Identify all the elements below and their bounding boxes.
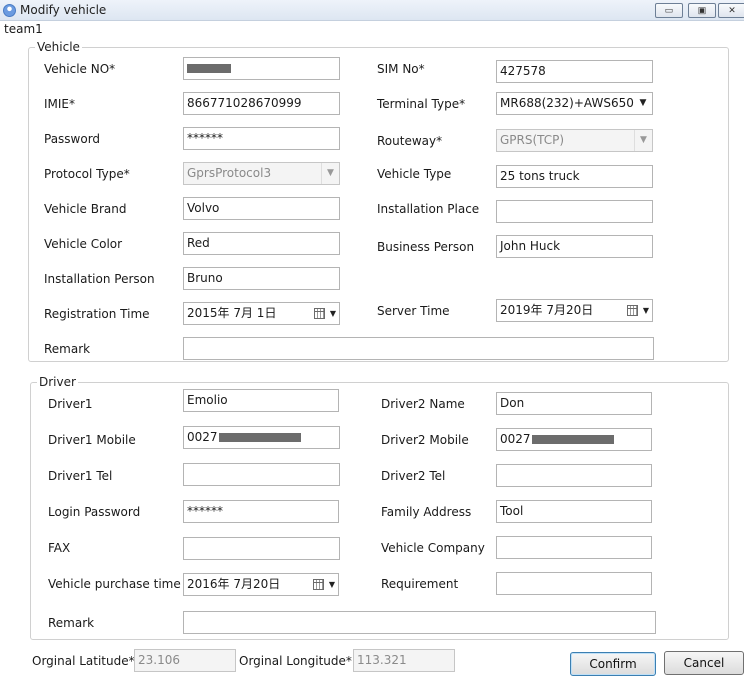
driver-remark-input[interactable]	[183, 611, 656, 634]
vehicle-brand-input[interactable]: Volvo	[183, 197, 340, 220]
app-icon	[3, 4, 16, 17]
driver1-mobile-label: Driver1 Mobile	[48, 433, 136, 447]
installation-place-input[interactable]	[496, 200, 653, 223]
vehicle-purchase-time-label: Vehicle purchase time	[48, 577, 181, 591]
installation-person-input[interactable]: Bruno	[183, 267, 340, 290]
routeway-label: Routeway*	[377, 134, 443, 148]
terminal-type-label: Terminal Type*	[377, 97, 466, 111]
driver2-name-label: Driver2 Name	[381, 397, 465, 411]
chevron-down-icon[interactable]: ▼	[330, 303, 336, 324]
protocol-type-select[interactable]: GprsProtocol3 ▼	[183, 162, 340, 185]
driver2-mobile-label: Driver2 Mobile	[381, 433, 469, 447]
family-address-input[interactable]: Tool	[496, 500, 652, 523]
vehicle-type-input[interactable]: 25 tons truck	[496, 165, 653, 188]
driver1-mobile-value: 0027	[187, 430, 218, 444]
vehicle-group-legend: Vehicle	[37, 40, 80, 54]
driver1-tel-input[interactable]	[183, 463, 340, 486]
vehicle-no-input[interactable]	[183, 57, 340, 80]
requirement-label: Requirement	[381, 577, 459, 591]
redacted-value	[218, 433, 301, 442]
team-label: team1	[4, 22, 43, 36]
driver2-tel-input[interactable]	[496, 464, 652, 487]
driver2-mobile-value: 0027	[500, 432, 531, 446]
server-time-value: 2019年 7月20日	[500, 303, 594, 317]
installation-person-label: Installation Person	[44, 272, 155, 286]
password-input[interactable]: ******	[183, 127, 340, 150]
chevron-down-icon: ▼	[634, 130, 652, 151]
sim-no-label: SIM No*	[377, 62, 425, 76]
minimize-button[interactable]: ▭	[655, 3, 683, 18]
window-title: Modify vehicle	[20, 3, 107, 17]
family-address-label: Family Address	[381, 505, 472, 519]
driver2-mobile-input[interactable]: 0027	[496, 428, 652, 451]
chevron-down-icon[interactable]: ▼	[329, 574, 335, 595]
orig-longitude-label: Orginal Longitude*	[239, 654, 352, 668]
vehicle-purchase-time-value: 2016年 7月20日	[187, 577, 281, 591]
driver2-tel-label: Driver2 Tel	[381, 469, 446, 483]
chevron-down-icon: ▼	[321, 163, 339, 184]
business-person-input[interactable]: John Huck	[496, 235, 653, 258]
driver1-label: Driver1	[48, 397, 93, 411]
chevron-down-icon[interactable]: ▼	[643, 300, 649, 321]
login-password-label: Login Password	[48, 505, 141, 519]
server-time-label: Server Time	[377, 304, 450, 318]
driver2-name-input[interactable]: Don	[496, 392, 652, 415]
imie-input[interactable]: 866771028670999	[183, 92, 340, 115]
registration-time-value: 2015年 7月 1日	[187, 306, 277, 320]
registration-time-picker[interactable]: 2015年 7月 1日 ▼	[183, 302, 340, 325]
calendar-icon[interactable]	[313, 579, 324, 590]
business-person-label: Business Person	[377, 240, 475, 254]
orig-longitude-input[interactable]: 113.321	[353, 649, 455, 672]
calendar-icon[interactable]	[627, 305, 638, 316]
close-button[interactable]: ✕	[718, 3, 744, 18]
vehicle-type-label: Vehicle Type	[377, 167, 452, 181]
protocol-type-label: Protocol Type*	[44, 167, 130, 181]
login-password-input[interactable]: ******	[183, 500, 339, 523]
imie-label: IMIE*	[44, 97, 76, 111]
routeway-value: GPRS(TCP)	[500, 133, 565, 147]
vehicle-company-input[interactable]	[496, 536, 652, 559]
routeway-select[interactable]: GPRS(TCP) ▼	[496, 129, 653, 152]
vehicle-no-label: Vehicle NO*	[44, 62, 116, 76]
orig-latitude-label: Orginal Latitude*	[32, 654, 135, 668]
maximize-button[interactable]: ▣	[688, 3, 716, 18]
sim-no-input[interactable]: 427578	[496, 60, 653, 83]
chevron-down-icon[interactable]: ▼	[634, 93, 652, 114]
vehicle-purchase-time-picker[interactable]: 2016年 7月20日 ▼	[183, 573, 339, 596]
terminal-type-value: MR688(232)+AWS650	[500, 96, 634, 110]
server-time-picker[interactable]: 2019年 7月20日 ▼	[496, 299, 653, 322]
confirm-button[interactable]: Confirm	[570, 652, 656, 676]
cancel-button[interactable]: Cancel	[664, 651, 744, 675]
installation-place-label: Installation Place	[377, 202, 480, 216]
driver1-tel-label: Driver1 Tel	[48, 469, 113, 483]
terminal-type-select[interactable]: MR688(232)+AWS650 ▼	[496, 92, 653, 115]
vehicle-brand-label: Vehicle Brand	[44, 202, 127, 216]
protocol-type-value: GprsProtocol3	[187, 166, 272, 180]
requirement-input[interactable]	[496, 572, 652, 595]
driver-remark-label: Remark	[48, 616, 95, 630]
driver-group-legend: Driver	[39, 375, 76, 389]
title-bar: Modify vehicle ▭ ▣ ✕	[0, 0, 744, 21]
registration-time-label: Registration Time	[44, 307, 150, 321]
vehicle-company-label: Vehicle Company	[381, 541, 485, 555]
fax-label: FAX	[48, 541, 71, 555]
driver1-mobile-input[interactable]: 0027	[183, 426, 340, 449]
fax-input[interactable]	[183, 537, 340, 560]
vehicle-color-label: Vehicle Color	[44, 237, 123, 251]
calendar-icon[interactable]	[314, 308, 325, 319]
vehicle-color-input[interactable]: Red	[183, 232, 340, 255]
password-label: Password	[44, 132, 101, 146]
orig-latitude-input[interactable]: 23.106	[134, 649, 236, 672]
redacted-value	[531, 435, 614, 444]
driver1-input[interactable]: Emolio	[183, 389, 339, 412]
redacted-value	[187, 64, 231, 73]
vehicle-remark-label: Remark	[44, 342, 91, 356]
vehicle-remark-input[interactable]	[183, 337, 654, 360]
